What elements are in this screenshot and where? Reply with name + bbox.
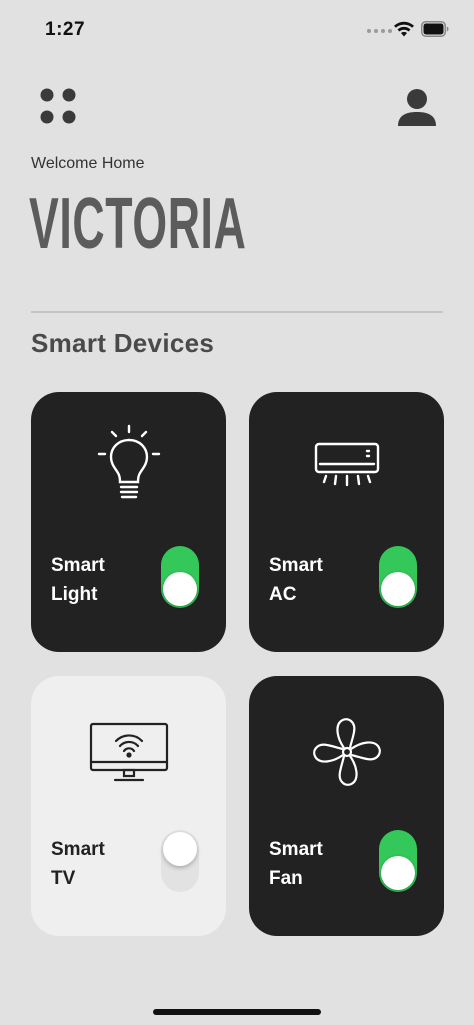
wifi-icon <box>394 21 414 37</box>
device-name: Smart TV <box>51 839 105 889</box>
lightbulb-icon <box>97 424 160 499</box>
toggle-switch-tv[interactable] <box>161 830 199 892</box>
status-time: 1:27 <box>45 19 86 40</box>
toggle-switch-light[interactable] <box>161 546 199 608</box>
divider <box>31 311 443 313</box>
device-name: Smart Light <box>51 555 105 605</box>
status-bar: 1:27 <box>0 0 474 60</box>
home-indicator[interactable] <box>153 1009 321 1015</box>
battery-icon <box>421 21 449 37</box>
device-name: Smart Fan <box>269 839 323 889</box>
air-conditioner-icon <box>314 442 379 487</box>
welcome-text: Welcome Home <box>31 155 145 172</box>
device-card-ac[interactable]: Smart AC <box>249 392 444 652</box>
device-card-fan[interactable]: Smart Fan <box>249 676 444 936</box>
toggle-knob <box>381 856 415 890</box>
toggle-knob <box>163 572 197 606</box>
signal-icon <box>367 29 392 33</box>
toggle-switch-fan[interactable] <box>379 830 417 892</box>
toggle-knob <box>381 572 415 606</box>
device-name: Smart AC <box>269 555 323 605</box>
section-title: Smart Devices <box>31 328 215 358</box>
user-icon[interactable] <box>396 86 438 128</box>
toggle-knob <box>163 832 197 866</box>
grid-dots-icon[interactable] <box>38 86 78 126</box>
device-card-light[interactable]: Smart Light <box>31 392 226 652</box>
toggle-switch-ac[interactable] <box>379 546 417 608</box>
device-card-tv[interactable]: Smart TV <box>31 676 226 936</box>
fan-icon <box>312 718 381 786</box>
tv-icon <box>89 722 168 782</box>
user-name: VICTORIA <box>29 184 247 264</box>
